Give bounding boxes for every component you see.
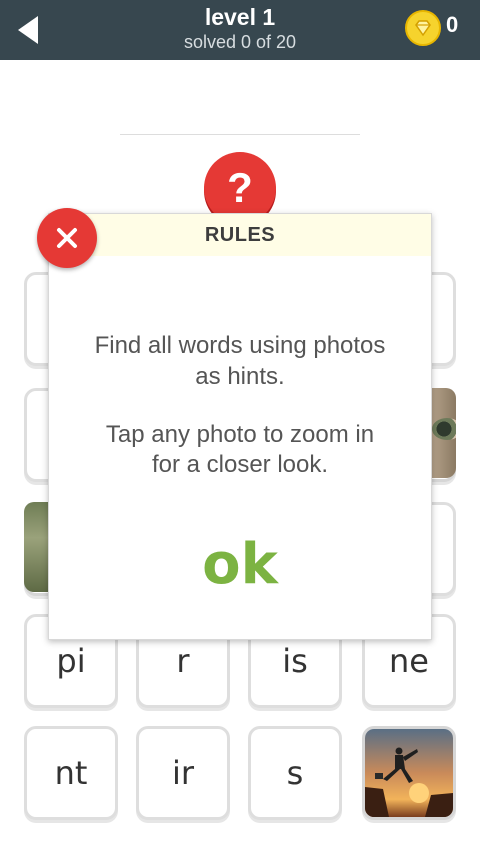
tile-label: pi bbox=[56, 642, 86, 680]
diamond-coin-icon[interactable] bbox=[405, 10, 441, 46]
statue-photo bbox=[24, 502, 50, 592]
tile-label: ir bbox=[171, 754, 195, 792]
sunset-jump-photo bbox=[365, 729, 453, 817]
dialog-title: RULES bbox=[204, 223, 276, 246]
rules-text-line1: Find all words using photos bbox=[94, 332, 386, 359]
close-icon[interactable] bbox=[37, 208, 97, 268]
tile-label: ne bbox=[389, 642, 429, 680]
letter-tile[interactable]: nt bbox=[24, 726, 118, 820]
rules-dialog: RULES Find all words using photos as hin… bbox=[48, 213, 432, 640]
tile-label: is bbox=[282, 642, 308, 680]
letter-tile[interactable]: ir bbox=[136, 726, 230, 820]
dialog-header: RULES bbox=[49, 214, 431, 256]
tile-label: s bbox=[286, 754, 304, 792]
eye-photo bbox=[430, 388, 456, 478]
rules-text-line3: Tap any photo to zoom in bbox=[105, 421, 375, 448]
tile-label: r bbox=[176, 642, 190, 680]
coin-count: 0 bbox=[446, 12, 459, 37]
letter-tile[interactable]: s bbox=[248, 726, 342, 820]
rules-text-line4: for a closer look. bbox=[151, 451, 329, 478]
answer-slot-line bbox=[120, 134, 360, 135]
rules-text-line2: as hints. bbox=[195, 363, 285, 390]
top-bar: level 1 solved 0 of 20 0 bbox=[0, 0, 480, 60]
tile-label: nt bbox=[54, 754, 88, 792]
photo-tile-jump[interactable] bbox=[362, 726, 456, 820]
ok-button[interactable]: ok bbox=[49, 532, 431, 597]
